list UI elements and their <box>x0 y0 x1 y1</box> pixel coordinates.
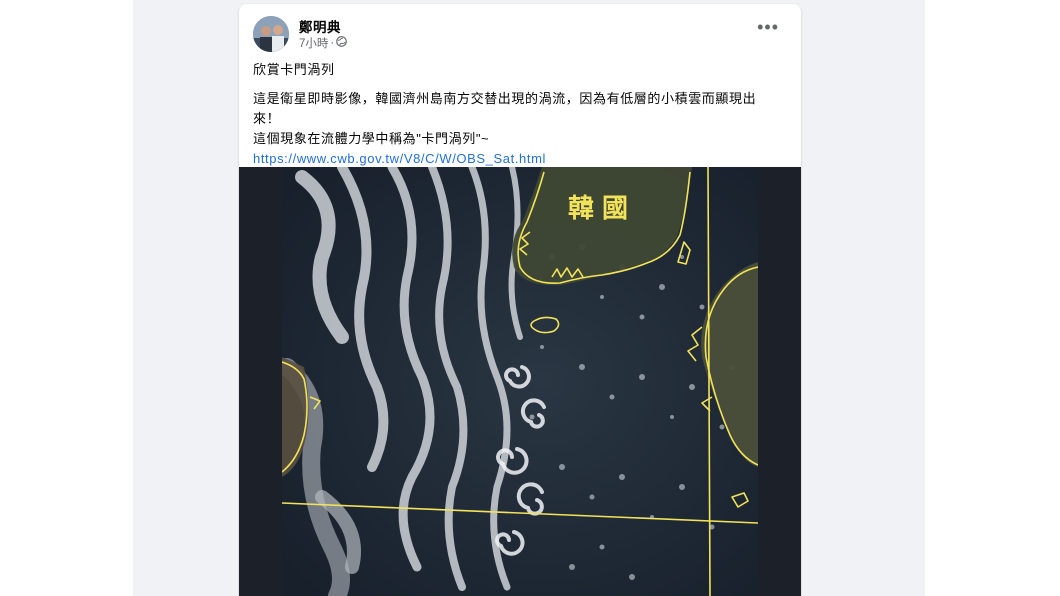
post-body-line: 這是衛星即時影像，韓國濟州島南方交替出現的渦流，因為有低層的小積雲而顯現出 <box>253 91 757 106</box>
globe-icon <box>336 36 348 50</box>
more-options-button[interactable]: ••• <box>757 18 779 36</box>
avatar[interactable] <box>253 16 289 52</box>
meta-separator: · <box>330 37 335 49</box>
post-text: 欣賞卡門渦列 這是衛星即時影像，韓國濟州島南方交替出現的渦流，因為有低層的小積雲… <box>253 60 793 169</box>
post-body-line: 這個現象在流體力學中稱為"卡門渦列"~ <box>253 131 490 146</box>
post-image[interactable]: 韓國 <box>239 167 801 596</box>
post-timestamp[interactable]: 7小時 <box>299 35 328 51</box>
post-meta: 7小時 · <box>299 35 348 51</box>
satellite-image: 韓國 <box>282 167 758 596</box>
map-label-korea: 韓國 <box>568 194 636 224</box>
post-body-line: 來！ <box>253 111 281 126</box>
post-link[interactable]: https://www.cwb.gov.tw/V8/C/W/OBS_Sat.ht… <box>253 149 793 169</box>
post-title: 欣賞卡門渦列 <box>253 62 335 77</box>
post-card: 鄭明典 7小時 · ••• 欣賞卡門渦列 這是衛星即時影像，韓國濟州島南方交替出… <box>239 4 801 596</box>
author-name[interactable]: 鄭明典 <box>299 16 341 36</box>
